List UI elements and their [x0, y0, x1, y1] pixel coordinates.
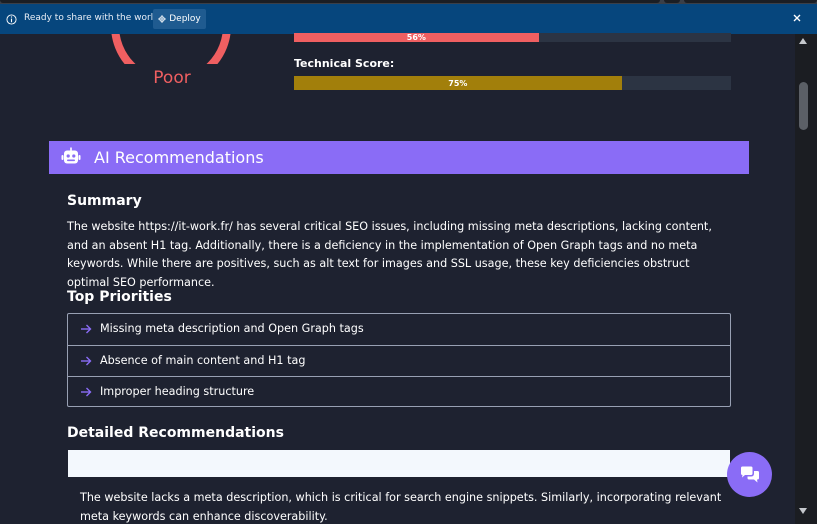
priorities-list: Missing meta description and Open Graph … — [67, 313, 731, 407]
tab-strip-segment — [664, 0, 680, 3]
technical-score-label: Technical Score: — [294, 57, 395, 70]
arrow-right-icon — [81, 356, 92, 366]
priority-text: Improper heading structure — [100, 385, 255, 398]
notification-message: Ready to share with the world? — [24, 13, 164, 23]
recommendation-text: The website lacks a meta description, wh… — [80, 491, 722, 523]
priority-text: Absence of main content and H1 tag — [100, 354, 306, 367]
chat-icon — [740, 466, 759, 482]
summary-text: The website https://it-work.fr/ has seve… — [67, 220, 712, 289]
technical-score-value: 75% — [448, 78, 468, 88]
detailed-recommendations-heading: Detailed Recommendations — [67, 425, 284, 441]
priority-item: Absence of main content and H1 tag — [68, 345, 730, 376]
chat-button[interactable] — [727, 452, 772, 497]
technical-score-bar: 75% — [294, 76, 731, 90]
scrollbar-thumb[interactable] — [799, 82, 808, 130]
technical-score-fill: 75% — [294, 76, 622, 90]
robot-icon — [61, 147, 81, 164]
deploy-icon — [158, 15, 167, 23]
summary-heading: Summary — [67, 193, 142, 209]
deploy-notification-bar: Ready to share with the world? Deploy — [0, 4, 817, 34]
arrow-right-icon — [81, 324, 92, 334]
score-gauge — [100, 34, 240, 64]
recommendation-card-header — [68, 450, 730, 477]
scroll-up-arrow-icon[interactable] — [798, 37, 808, 45]
priority-text: Missing meta description and Open Graph … — [100, 322, 364, 335]
content-score-value: 56% — [406, 33, 426, 42]
score-rating-label: Poor — [153, 68, 191, 88]
deploy-button-label: Deploy — [169, 14, 201, 24]
tab-strip-segment — [0, 0, 660, 3]
priority-item: Missing meta description and Open Graph … — [68, 314, 730, 345]
content-score-fill: 56% — [294, 33, 539, 42]
ai-recommendations-header: AI Recommendations — [49, 141, 749, 174]
content-score-bar: 56% — [294, 33, 731, 42]
arrow-right-icon — [81, 387, 92, 397]
close-icon[interactable] — [791, 12, 803, 24]
deploy-button[interactable]: Deploy — [153, 9, 206, 29]
tab-strip-segment — [684, 0, 817, 3]
scroll-down-arrow-icon[interactable] — [798, 507, 808, 515]
ai-recommendations-title: AI Recommendations — [94, 148, 264, 167]
priorities-heading: Top Priorities — [67, 289, 172, 305]
app-window: Ready to share with the world? Deploy Po… — [0, 0, 817, 524]
info-icon — [6, 14, 17, 25]
priority-item: Improper heading structure — [68, 376, 730, 407]
